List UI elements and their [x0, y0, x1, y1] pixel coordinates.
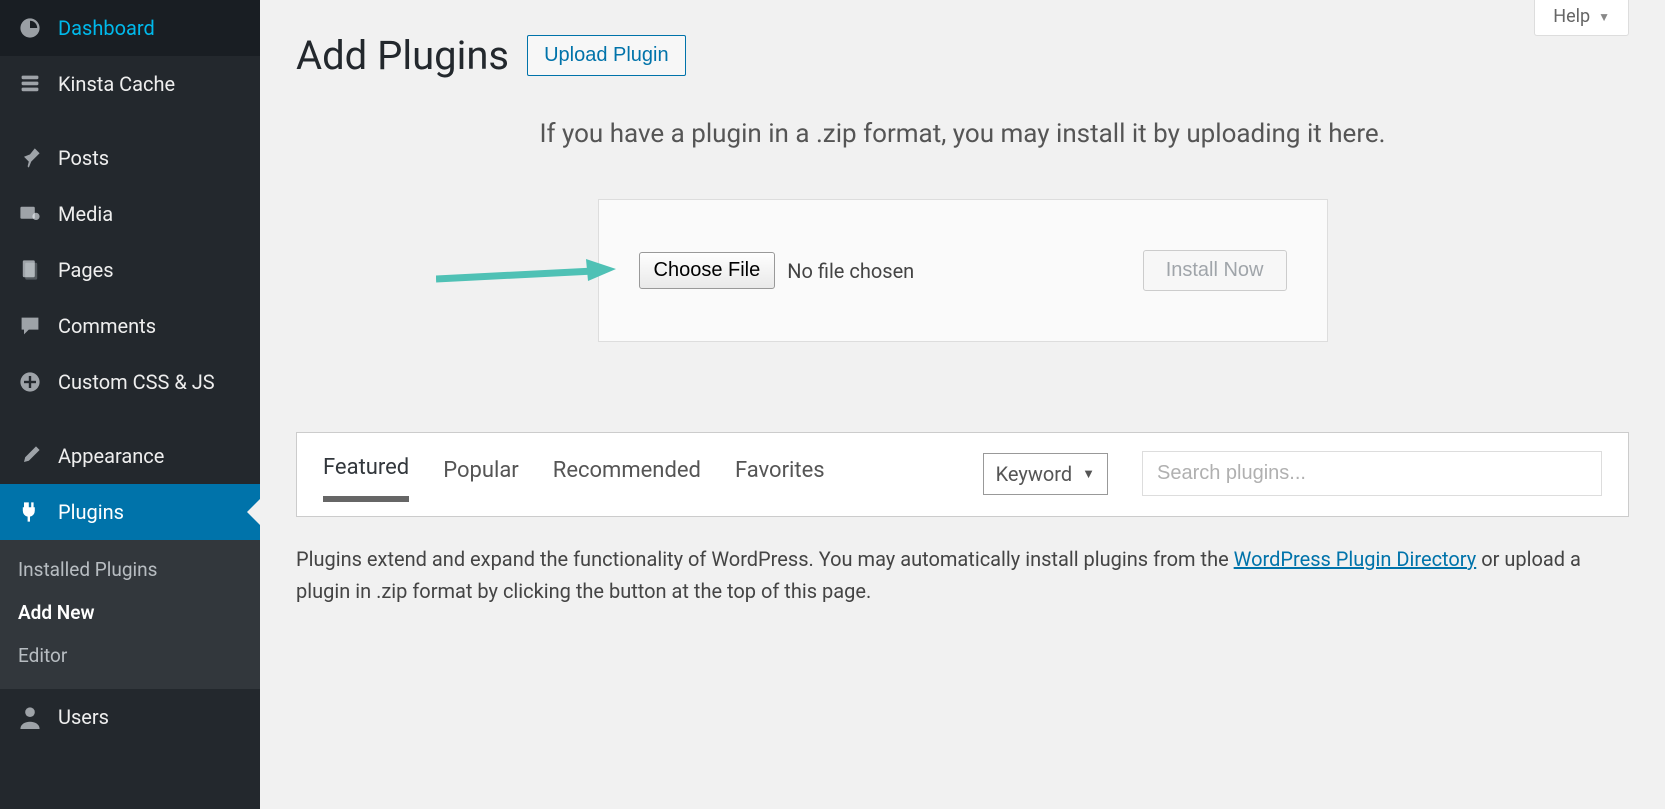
pin-icon: [16, 144, 44, 172]
plugins-submenu: Installed Plugins Add New Editor: [0, 540, 260, 689]
file-status-text: No file chosen: [787, 259, 914, 283]
upload-instructions: If you have a plugin in a .zip format, y…: [296, 119, 1629, 149]
search-type-select[interactable]: Keyword ▼: [983, 453, 1108, 495]
upload-box-wrap: Choose File No file chosen Install Now: [296, 199, 1629, 342]
install-now-button[interactable]: Install Now: [1143, 250, 1287, 291]
media-icon: [16, 200, 44, 228]
help-tab[interactable]: Help ▼: [1534, 0, 1629, 36]
sidebar-item-label: Custom CSS & JS: [58, 370, 244, 394]
main-content: Help ▼ Add Plugins Upload Plugin If you …: [260, 0, 1665, 809]
sidebar-item-pages[interactable]: Pages: [0, 242, 260, 298]
plug-icon: [16, 498, 44, 526]
sidebar-item-label: Users: [58, 705, 244, 729]
page-title: Add Plugins: [296, 32, 509, 79]
chevron-down-icon: ▼: [1082, 466, 1095, 482]
plus-circle-icon: [16, 368, 44, 396]
database-icon: [16, 70, 44, 98]
sidebar-item-label: Comments: [58, 314, 244, 338]
sidebar-item-users[interactable]: Users: [0, 689, 260, 745]
sidebar-item-label: Media: [58, 202, 244, 226]
page-title-row: Add Plugins Upload Plugin: [296, 32, 1629, 79]
sidebar-item-label: Appearance: [58, 444, 244, 468]
sidebar-item-appearance[interactable]: Appearance: [0, 428, 260, 484]
upload-box: Choose File No file chosen Install Now: [598, 199, 1328, 342]
plugins-description: Plugins extend and expand the functional…: [296, 543, 1629, 607]
sidebar-item-comments[interactable]: Comments: [0, 298, 260, 354]
sidebar-item-label: Kinsta Cache: [58, 72, 244, 96]
dashboard-icon: [16, 14, 44, 42]
sidebar-separator: [0, 112, 260, 130]
description-pre: Plugins extend and expand the functional…: [296, 547, 1234, 571]
sidebar-item-kinsta-cache[interactable]: Kinsta Cache: [0, 56, 260, 112]
upload-plugin-button[interactable]: Upload Plugin: [527, 35, 686, 76]
sidebar-item-label: Dashboard: [58, 16, 244, 40]
filter-bar: Featured Popular Recommended Favorites K…: [296, 432, 1629, 517]
sidebar-item-label: Pages: [58, 258, 244, 282]
comment-icon: [16, 312, 44, 340]
choose-file-button[interactable]: Choose File: [639, 252, 776, 289]
submenu-item-installed-plugins[interactable]: Installed Plugins: [0, 548, 260, 591]
filter-tab-featured[interactable]: Featured: [323, 455, 409, 502]
sidebar-item-posts[interactable]: Posts: [0, 130, 260, 186]
sidebar-separator: [0, 410, 260, 428]
submenu-item-editor[interactable]: Editor: [0, 634, 260, 677]
search-type-label: Keyword: [996, 462, 1073, 486]
plugin-directory-link[interactable]: WordPress Plugin Directory: [1234, 547, 1477, 571]
user-icon: [16, 703, 44, 731]
sidebar-item-plugins[interactable]: Plugins: [0, 484, 260, 540]
pages-icon: [16, 256, 44, 284]
chevron-down-icon: ▼: [1598, 10, 1610, 24]
sidebar-item-label: Posts: [58, 146, 244, 170]
brush-icon: [16, 442, 44, 470]
file-input-group: Choose File No file chosen: [639, 252, 915, 289]
search-plugins-input[interactable]: [1142, 451, 1602, 496]
filter-tab-popular[interactable]: Popular: [443, 458, 519, 499]
sidebar-item-media[interactable]: Media: [0, 186, 260, 242]
admin-sidebar: Dashboard Kinsta Cache Posts Media Pages…: [0, 0, 260, 809]
sidebar-item-custom-css-js[interactable]: Custom CSS & JS: [0, 354, 260, 410]
annotation-arrow: [436, 257, 616, 297]
submenu-item-add-new[interactable]: Add New: [0, 591, 260, 634]
sidebar-item-label: Plugins: [58, 500, 244, 524]
filter-tab-recommended[interactable]: Recommended: [553, 458, 701, 499]
filter-tab-favorites[interactable]: Favorites: [735, 458, 825, 499]
sidebar-item-dashboard[interactable]: Dashboard: [0, 0, 260, 56]
help-tab-label: Help: [1553, 6, 1590, 27]
